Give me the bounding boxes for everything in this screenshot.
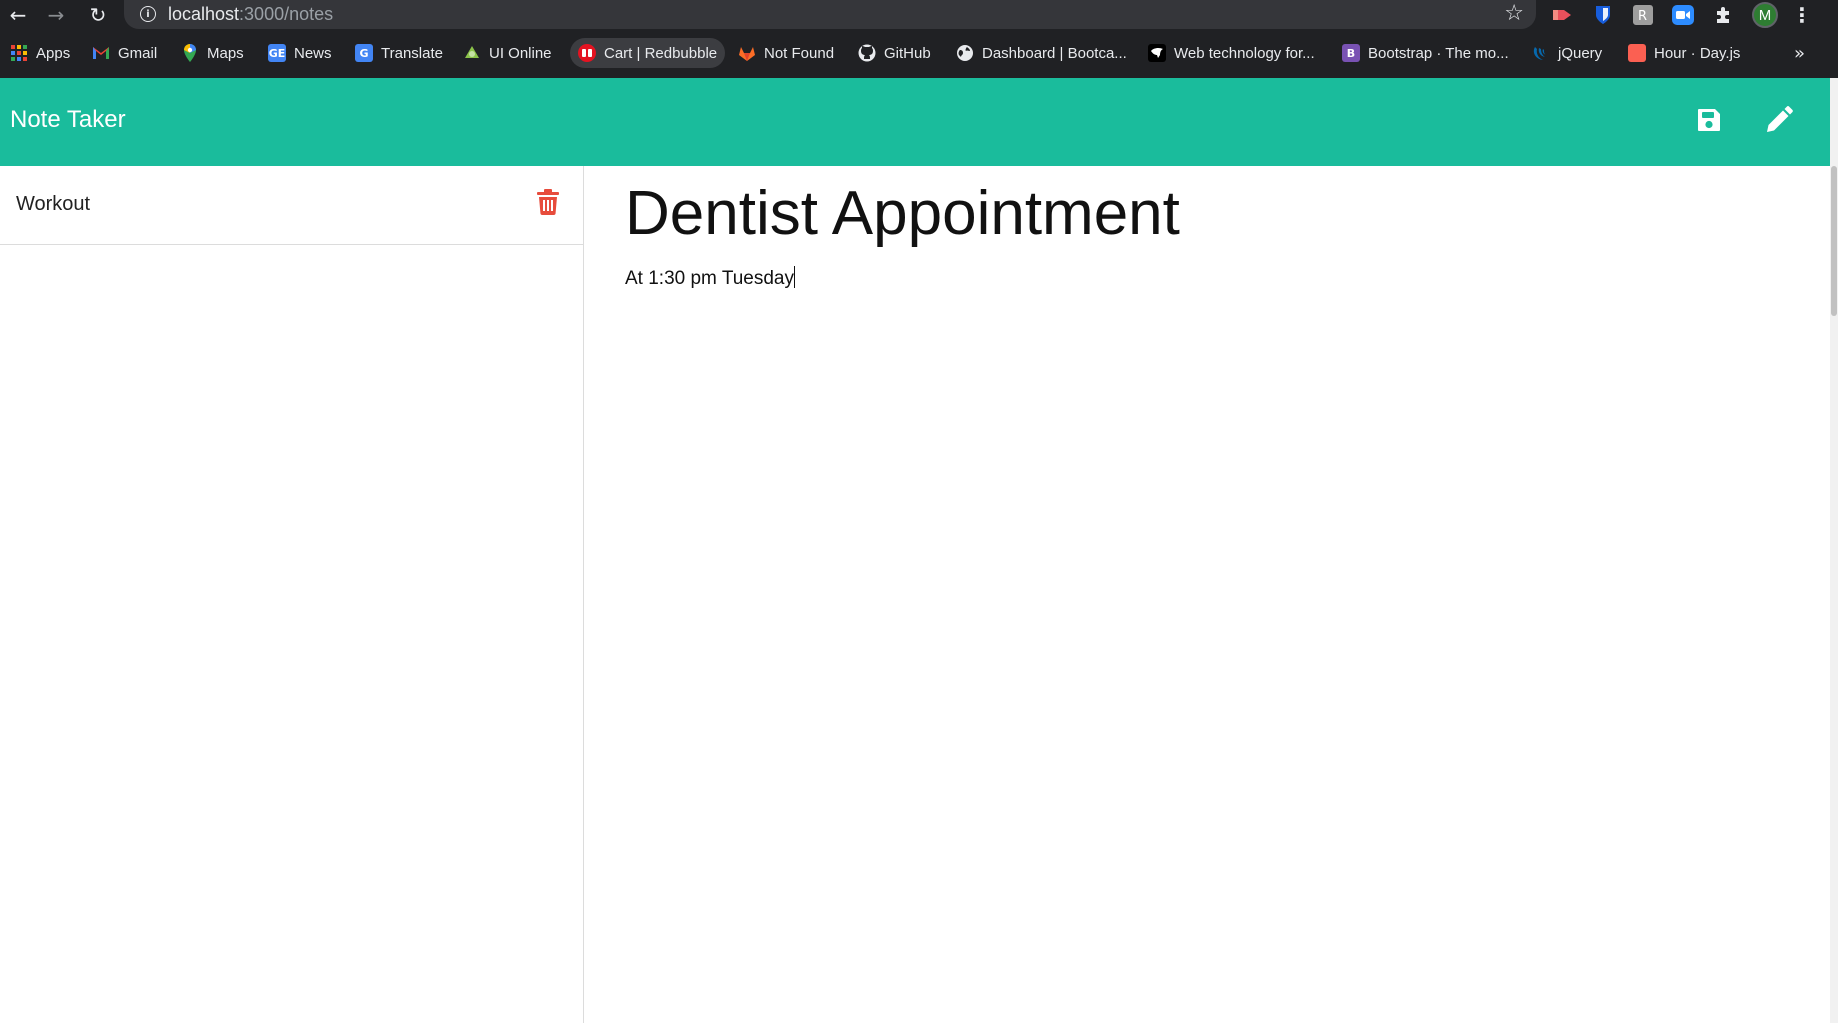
github-icon [858,44,876,62]
bookmark-label: Dashboard | Bootca... [982,44,1127,62]
bookmark-label: Gmail [118,44,158,62]
note-editor: Dentist Appointment At 1:30 pm Tuesday [585,166,1830,1023]
scrollbar-thumb[interactable] [1831,166,1837,316]
note-list-item-title[interactable]: Workout [16,193,90,216]
bookmark-gmail[interactable]: Gmail [84,38,165,68]
google-translate-icon: G [355,44,373,62]
bootstrap-icon: B [1342,44,1360,62]
bitwarden-extension-icon[interactable] [1591,3,1615,27]
bookmarks-bar: Apps Gmail Maps GE News G Translate UI O… [0,38,1838,68]
bookmark-bootstrap[interactable]: B Bootstrap · The mo... [1334,38,1517,68]
mdn-icon [1148,44,1166,62]
extensions-puzzle-icon[interactable] [1712,3,1736,27]
bookmark-jquery[interactable]: jQuery [1524,38,1610,68]
bookmark-label: News [294,44,332,62]
svg-text:R: R [1638,9,1647,24]
app-navbar: Note Taker [0,78,1830,166]
bookmark-label: GitHub [884,44,931,62]
google-news-icon: GE [268,44,286,62]
maps-pin-icon [181,44,199,62]
note-title-input[interactable]: Dentist Appointment [625,178,1180,249]
address-row: ← → ↻ i localhost:3000/notes ☆ R M ⋮ [0,0,1838,30]
reader-extension-icon[interactable]: R [1631,3,1655,27]
reload-icon[interactable]: ↻ [84,3,112,27]
browser-chrome: ← → ↻ i localhost:3000/notes ☆ R M ⋮ App… [0,0,1838,78]
zoom-extension-icon[interactable] [1671,3,1695,27]
bookmark-label: Not Found [764,44,835,62]
globe-icon [956,44,974,62]
url-path: :3000/notes [239,4,334,24]
bookmark-dayjs[interactable]: Hour · Day.js [1620,38,1748,68]
bookmark-label: jQuery [1558,44,1603,62]
back-arrow-icon[interactable]: ← [4,3,32,27]
video-extension-icon[interactable] [1550,3,1574,27]
profile-avatar[interactable]: M [1752,2,1778,28]
note-body-text: At 1:30 pm Tuesday [625,268,794,289]
pencil-icon[interactable] [1762,102,1796,138]
site-info-icon[interactable]: i [140,6,156,22]
trash-icon[interactable] [537,189,561,217]
notes-sidebar: Workout [0,166,584,1023]
bookmark-star-icon[interactable]: ☆ [1504,1,1524,26]
apps-grid-icon [10,44,28,62]
gitlab-icon [738,44,756,62]
bookmark-label: UI Online [489,44,552,62]
bookmark-label: Cart | Redbubble [604,44,718,62]
bookmark-apps[interactable]: Apps [2,38,78,68]
url-host: localhost [168,4,240,24]
address-bar[interactable]: i localhost:3000/notes ☆ [124,0,1536,29]
bookmark-label: Translate [381,44,443,62]
bookmark-github[interactable]: GitHub [850,38,939,68]
bookmark-label: Hour · Day.js [1654,44,1741,62]
bookmark-news[interactable]: GE News [260,38,340,68]
save-icon[interactable] [1692,102,1726,138]
page-scrollbar[interactable] [1830,78,1838,1023]
note-body-textarea[interactable]: At 1:30 pm Tuesday [625,266,795,290]
dayjs-icon [1628,44,1646,62]
bookmark-label: Web technology for... [1174,44,1315,62]
bookmark-ui-online[interactable]: UI Online [455,38,560,68]
gmail-icon [92,44,110,62]
bookmark-mdn[interactable]: Web technology for... [1140,38,1323,68]
note-list-item[interactable]: Workout [0,166,584,245]
bookmark-redbubble[interactable]: Cart | Redbubble [570,38,726,68]
bookmark-label: Bootstrap · The mo... [1368,44,1509,62]
bookmark-translate[interactable]: G Translate [347,38,451,68]
chrome-menu-icon[interactable]: ⋮ [1792,2,1812,28]
url-text[interactable]: localhost:3000/notes [168,4,333,25]
more-bookmarks-chevron-icon[interactable]: » [1794,38,1805,68]
ui-online-icon [463,44,481,62]
forward-arrow-icon[interactable]: → [42,3,70,27]
bookmark-dashboard[interactable]: Dashboard | Bootca... [948,38,1135,68]
bookmark-not-found[interactable]: Not Found [730,38,842,68]
text-caret [794,266,795,288]
jquery-icon [1532,44,1550,62]
bookmark-maps[interactable]: Maps [173,38,252,68]
redbubble-icon [578,44,596,62]
bookmark-label: Maps [207,44,244,62]
app-brand[interactable]: Note Taker [10,106,126,134]
bookmark-label: Apps [36,44,71,62]
